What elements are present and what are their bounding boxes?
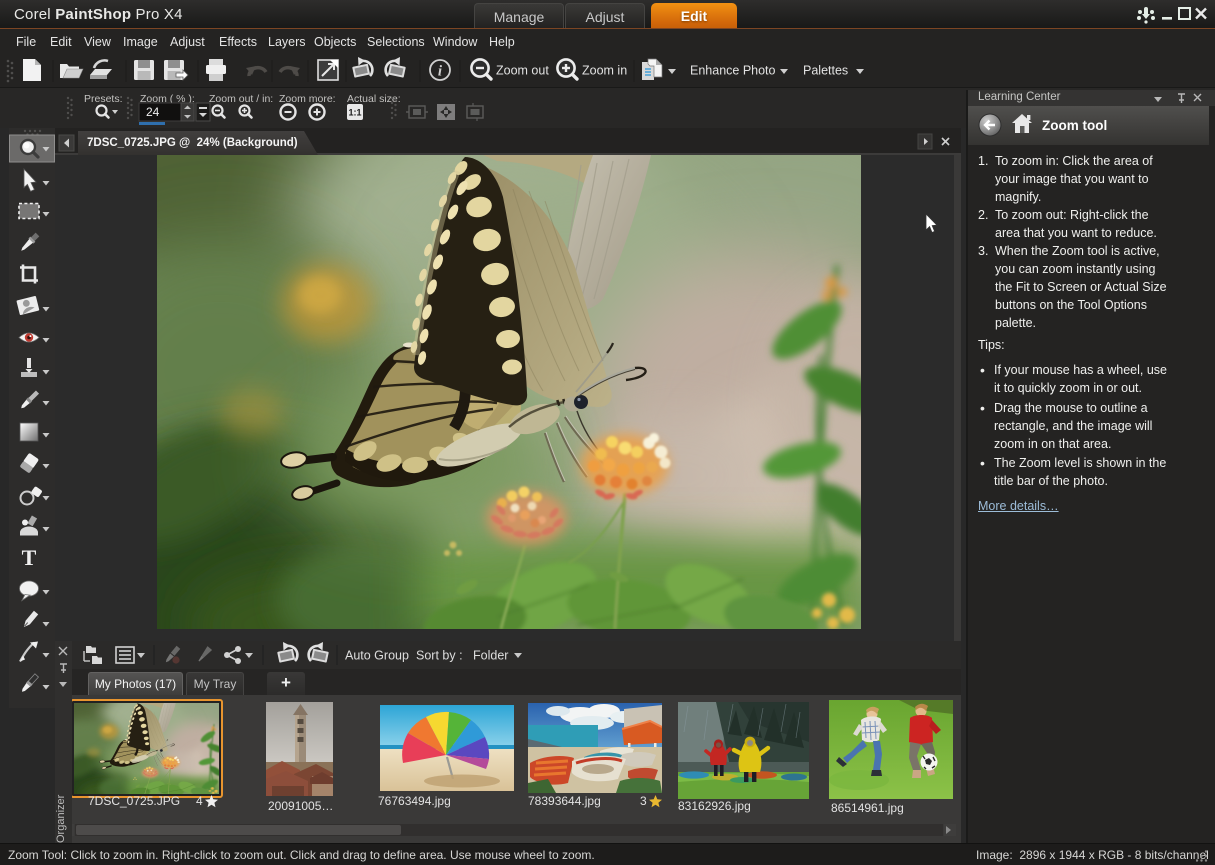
svg-text:i: i [438, 64, 443, 80]
svg-text:Zoom out: Zoom out [496, 64, 549, 78]
svg-text:Zoom more:: Zoom more: [279, 93, 336, 105]
svg-text:T: T [22, 545, 37, 570]
svg-text:Sort by :: Sort by : [416, 649, 463, 663]
svg-text:1:1: 1:1 [348, 108, 361, 118]
svg-text:Folder: Folder [473, 649, 508, 663]
svg-text:24: 24 [146, 105, 160, 119]
svg-text:Presets:: Presets: [84, 93, 123, 105]
svg-text:Auto Group: Auto Group [345, 649, 409, 663]
svg-text:Zoom in: Zoom in [582, 64, 627, 78]
svg-text:Enhance Photo: Enhance Photo [690, 64, 776, 78]
svg-text:Zoom out / in:: Zoom out / in: [209, 93, 273, 105]
svg-text:Zoom tool: Zoom tool [1042, 118, 1107, 133]
svg-text:Palettes: Palettes [803, 64, 848, 78]
